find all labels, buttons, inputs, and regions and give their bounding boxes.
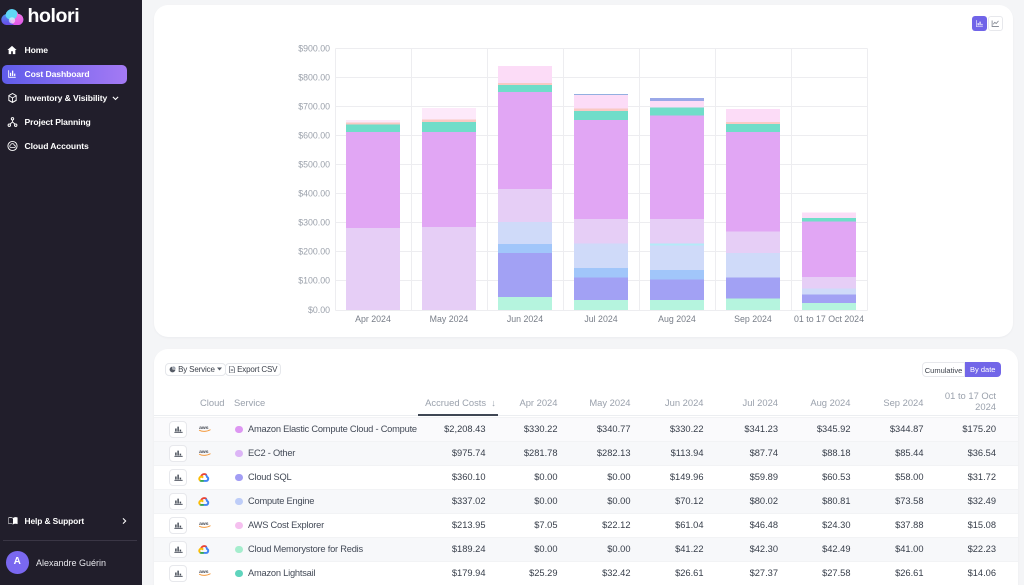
svg-text:Apr 2024: Apr 2024 <box>355 314 391 324</box>
svg-text:$400.00: $400.00 <box>298 189 330 199</box>
svg-text:$300.00: $300.00 <box>298 218 330 228</box>
svg-text:Sep 2024: Sep 2024 <box>734 314 772 324</box>
svg-text:$900.00: $900.00 <box>298 44 330 54</box>
svg-text:$800.00: $800.00 <box>298 73 330 83</box>
svg-text:$500.00: $500.00 <box>298 160 330 170</box>
svg-text:May 2024: May 2024 <box>430 314 469 324</box>
svg-text:$600.00: $600.00 <box>298 131 330 141</box>
svg-text:$0.00: $0.00 <box>308 305 330 315</box>
svg-text:$100.00: $100.00 <box>298 276 330 286</box>
svg-text:$700.00: $700.00 <box>298 102 330 112</box>
svg-text:Jun 2024: Jun 2024 <box>507 314 543 324</box>
svg-text:Aug 2024: Aug 2024 <box>658 314 696 324</box>
svg-text:01 to 17 Oct 2024: 01 to 17 Oct 2024 <box>794 314 864 324</box>
svg-text:Jul 2024: Jul 2024 <box>584 314 617 324</box>
svg-text:$200.00: $200.00 <box>298 247 330 257</box>
